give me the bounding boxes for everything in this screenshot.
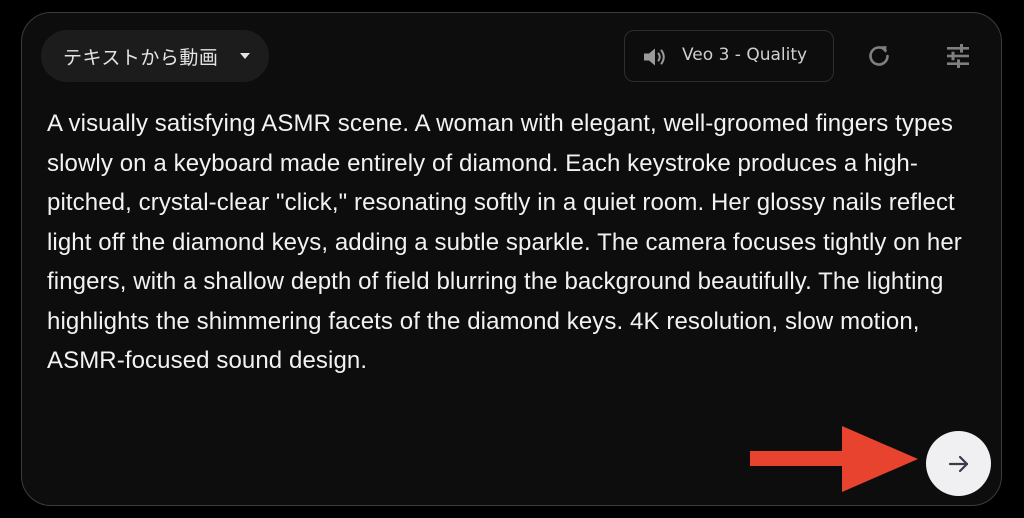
prompt-text[interactable]: A visually satisfying ASMR scene. A woma… (47, 104, 987, 381)
submit-button[interactable] (926, 431, 991, 496)
red-arrow-pointer-icon (750, 426, 918, 492)
model-select[interactable]: Veo 3 - Quality (624, 30, 834, 82)
caret-down-icon (240, 53, 250, 59)
sliders-icon (947, 44, 969, 68)
settings-button[interactable] (938, 36, 978, 76)
mode-dropdown[interactable]: テキストから動画 (41, 30, 269, 82)
arrow-right-icon (948, 455, 968, 472)
speaker-icon (644, 48, 665, 66)
mode-dropdown-label: テキストから動画 (63, 46, 219, 69)
refresh-icon (869, 46, 889, 66)
refresh-button[interactable] (859, 36, 899, 76)
model-select-label: Veo 3 - Quality (682, 45, 808, 65)
